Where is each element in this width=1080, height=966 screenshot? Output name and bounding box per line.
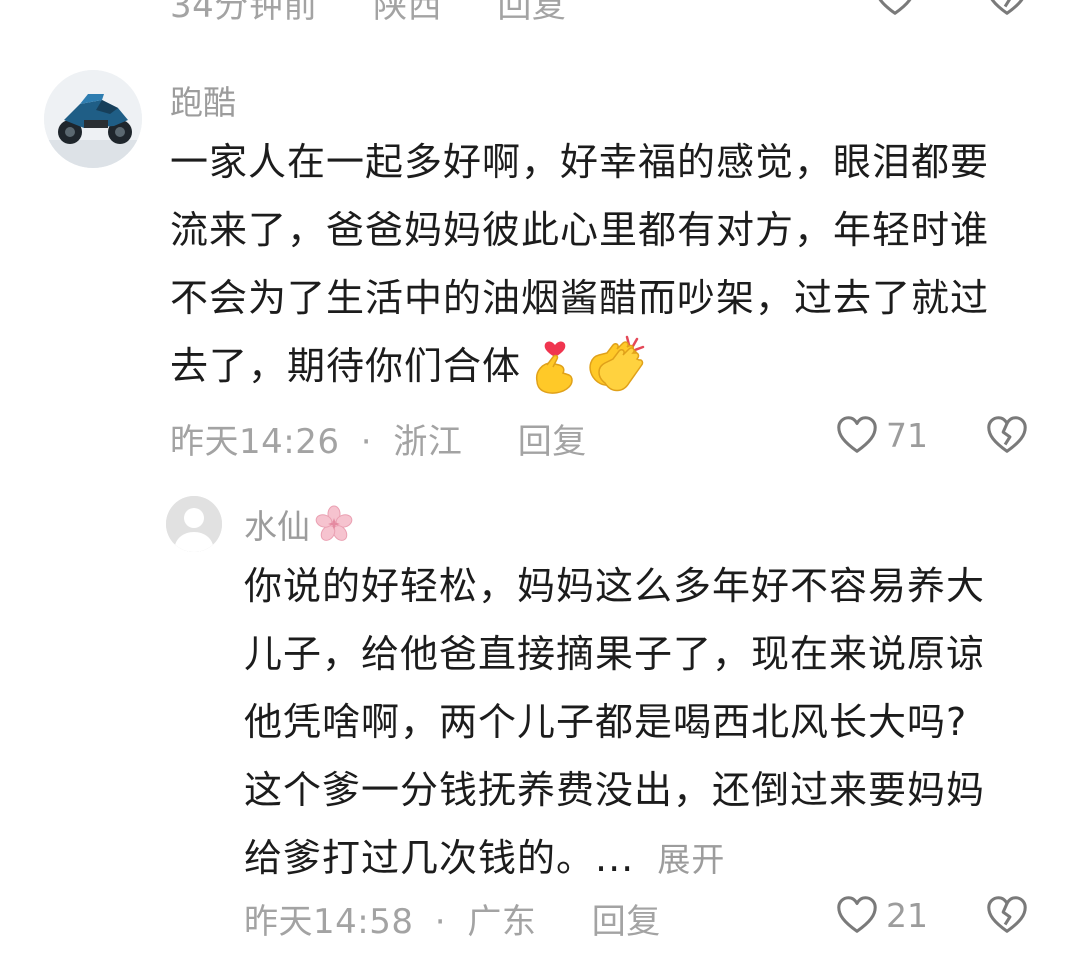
like-icon (837, 416, 877, 453)
default-avatar-icon (166, 496, 222, 552)
avatar[interactable] (166, 496, 222, 552)
comment-meta: 昨天14:26 · 浙江 回复 (170, 414, 587, 463)
username[interactable]: 水仙 (244, 500, 310, 548)
like-icon (837, 896, 877, 933)
expand-link[interactable]: 展开 (657, 840, 725, 879)
like-icon[interactable] (872, 0, 918, 20)
like-count: 21 (886, 895, 928, 935)
reply-line: 你说的好轻松，妈妈这么多年好不容易养大 (244, 564, 986, 608)
motorcycle-avatar (44, 70, 142, 168)
comment-location: 陕西 (373, 0, 443, 26)
dislike-button[interactable] (984, 892, 1030, 938)
reply-line: 他凭啥啊，两个儿子都是喝西北风长大吗? (244, 700, 968, 744)
comment-line: 不会为了生活中的油烟酱醋而吵架，过去了就过 (170, 276, 990, 320)
comment-location: 浙江 (393, 422, 463, 462)
reply-meta: 昨天14:58 · 广东 回复 (244, 894, 661, 943)
comment: 跑酷 一家人在一起多好啊，好幸福的感觉，眼泪都要 流来了，爸爸妈妈彼此心里都有对… (0, 60, 1080, 480)
previous-comment-meta: 34分钟前 陕西 回复 (170, 0, 566, 27)
meta-separator: · (434, 902, 447, 942)
dislike-button[interactable] (984, 412, 1030, 458)
reply-button[interactable]: 回复 (518, 422, 587, 462)
reply-button[interactable]: 回复 (497, 0, 566, 26)
comment-line: 一家人在一起多好啊，好幸福的感觉，眼泪都要 (170, 140, 990, 184)
reply-time: 昨天14:58 (244, 902, 414, 942)
comment-line: 流来了，爸爸妈妈彼此心里都有对方，年轻时谁 (170, 208, 990, 252)
like-count: 71 (886, 415, 928, 455)
clapping-hands-emoji (583, 333, 653, 399)
like-button[interactable]: 21 (834, 892, 928, 938)
dislike-icon (987, 896, 1027, 933)
dislike-icon (987, 416, 1027, 453)
meta-separator: · (360, 422, 373, 462)
comment-line: 去了，期待你们合体 (170, 344, 522, 388)
reply-line: 给爹打过几次钱的。... (244, 836, 635, 880)
comment-time: 昨天14:26 (170, 422, 340, 462)
dislike-icon[interactable] (984, 0, 1030, 20)
comment-time: 34分钟前 (170, 0, 318, 26)
reply-comment: 水仙 你说的好轻松，妈妈这么多年好不容易养大 儿子，给他爸直接摘果子了，现在来说… (0, 490, 1080, 960)
reply-line: 这个爹一分钱抚养费没出，还倒过来要妈妈 (244, 768, 986, 812)
avatar[interactable] (44, 70, 142, 168)
comment-text: 一家人在一起多好啊，好幸福的感觉，眼泪都要 流来了，爸爸妈妈彼此心里都有对方，年… (170, 128, 1050, 400)
heart-hands-emoji (529, 335, 579, 397)
reply-text: 你说的好轻松，妈妈这么多年好不容易养大 儿子，给他爸直接摘果子了，现在来说原谅 … (244, 552, 1044, 894)
reply-line: 儿子，给他爸直接摘果子了，现在来说原谅 (244, 632, 986, 676)
reply-button[interactable]: 回复 (592, 902, 661, 942)
reply-location: 广东 (467, 902, 537, 942)
cherry-blossom-icon (314, 504, 354, 544)
like-button[interactable]: 71 (834, 412, 928, 458)
username[interactable]: 跑酷 (170, 76, 236, 124)
